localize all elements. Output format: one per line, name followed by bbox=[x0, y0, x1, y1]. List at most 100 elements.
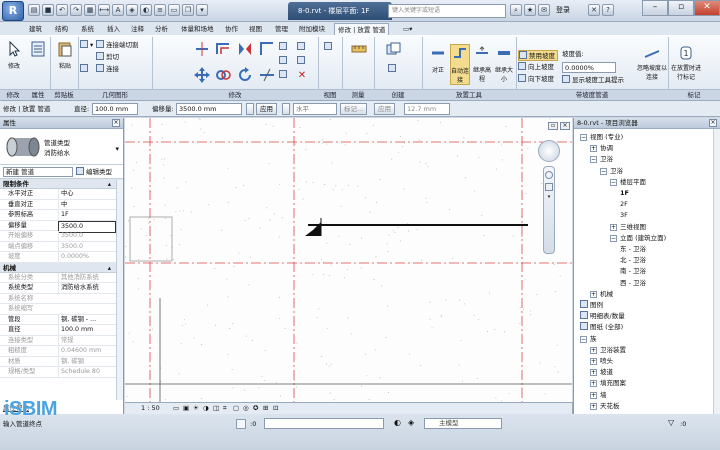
slope-down-button[interactable]: 向下坡度 bbox=[518, 74, 554, 85]
property-row[interactable]: 系统类型 消防给水系统 bbox=[0, 283, 123, 294]
tree-item[interactable]: 图例 bbox=[580, 300, 603, 310]
property-value[interactable]: 100.0 mm bbox=[58, 325, 116, 335]
print-icon[interactable]: ▦ bbox=[84, 4, 96, 16]
chevron-up-icon[interactable]: ▴ bbox=[108, 263, 111, 273]
tree-item[interactable]: − 族 bbox=[580, 334, 597, 344]
match-type-button[interactable] bbox=[80, 64, 90, 75]
tree-item[interactable]: 1F bbox=[620, 188, 629, 198]
visual-style-icon[interactable]: ▣ bbox=[183, 403, 189, 414]
slope-up-button[interactable]: 向上坡度 bbox=[518, 62, 554, 73]
horizontal-select[interactable]: 水平 bbox=[293, 103, 337, 115]
login-button[interactable]: 登录 bbox=[556, 5, 570, 15]
array-button[interactable] bbox=[278, 42, 290, 51]
tab-architecture[interactable]: 建筑 bbox=[26, 23, 45, 35]
view-close-icon[interactable]: × bbox=[560, 122, 570, 130]
expand-icon[interactable]: + bbox=[590, 402, 597, 410]
reveal-hidden-icon[interactable]: ✪ bbox=[253, 403, 258, 414]
create-parts-button[interactable] bbox=[380, 64, 406, 73]
detail-level-icon[interactable]: ▭ bbox=[173, 403, 179, 414]
property-value[interactable]: 1F bbox=[58, 210, 116, 220]
trim-button[interactable] bbox=[258, 40, 276, 61]
tree-item[interactable]: 图纸 (全部) bbox=[580, 322, 623, 332]
tree-item[interactable]: 南 - 卫浴 bbox=[620, 266, 646, 276]
paste-button[interactable]: 粘贴 bbox=[54, 40, 76, 70]
chevron-down-icon[interactable]: ▾ bbox=[545, 195, 553, 200]
split-button[interactable] bbox=[258, 66, 276, 87]
create-similar-button[interactable] bbox=[380, 40, 406, 61]
design-options-icon[interactable]: ◈ bbox=[408, 418, 414, 427]
tab-analyze[interactable]: 分析 bbox=[152, 23, 171, 35]
section-icon[interactable]: ◐ bbox=[140, 4, 152, 16]
slope-lock-icon[interactable] bbox=[282, 103, 290, 115]
help-icon[interactable]: ? bbox=[602, 4, 614, 16]
expand-icon[interactable]: + bbox=[590, 145, 597, 153]
close-icon[interactable]: × bbox=[709, 119, 717, 127]
3d-view-icon[interactable]: ◈ bbox=[126, 4, 138, 16]
collapse-icon[interactable]: − bbox=[580, 134, 587, 141]
filter-icon[interactable]: ▽ bbox=[668, 418, 674, 427]
property-row[interactable]: 参照标高 1F bbox=[0, 210, 123, 221]
minimize-button[interactable]: – bbox=[642, 0, 668, 16]
apply-button[interactable]: 应用 bbox=[256, 103, 277, 115]
ribbon-minimize-icon[interactable]: ▭▾ bbox=[400, 23, 415, 35]
property-row[interactable]: 开始偏移 3500.0 bbox=[0, 231, 123, 242]
rotate-button[interactable] bbox=[236, 66, 254, 87]
delete-button[interactable]: ✕ bbox=[296, 70, 308, 81]
drawing-canvas[interactable]: ▫ × ▾ bbox=[125, 118, 572, 402]
collapse-icon[interactable]: − bbox=[610, 234, 617, 242]
properties-button[interactable] bbox=[28, 40, 48, 61]
view-scale[interactable]: 1 : 50 bbox=[141, 403, 160, 414]
size-field[interactable]: 12.7 mm bbox=[404, 103, 450, 115]
qat-dropdown-icon[interactable]: ▾ bbox=[196, 4, 208, 16]
split-gap-button[interactable] bbox=[296, 56, 308, 65]
tab-view[interactable]: 视图 bbox=[246, 23, 265, 35]
collapse-icon[interactable]: − bbox=[610, 178, 617, 186]
show-crop-icon[interactable]: ▢ bbox=[233, 403, 239, 414]
tree-item[interactable]: 西 - 卫浴 bbox=[620, 278, 646, 288]
property-row[interactable]: 连接类型 常规 bbox=[0, 335, 123, 346]
unpin-button[interactable] bbox=[296, 42, 308, 51]
design-option-select[interactable]: 主模型 bbox=[424, 418, 502, 429]
tree-item[interactable]: + 卫浴装置 bbox=[590, 345, 626, 355]
properties-scrollbar[interactable] bbox=[116, 180, 123, 400]
worksharing-icon[interactable] bbox=[236, 419, 246, 429]
tree-item[interactable]: 3F bbox=[620, 210, 628, 220]
justification-button[interactable]: 对正 bbox=[428, 44, 448, 74]
tree-item[interactable]: − 立面 (建筑立面) bbox=[610, 233, 666, 243]
tree-item[interactable]: + 坡道 bbox=[590, 367, 613, 377]
browser-scrollbar[interactable] bbox=[713, 129, 720, 414]
instance-filter-select[interactable]: 新建 管道 bbox=[3, 167, 73, 177]
tree-item[interactable]: 明细表/数量 bbox=[580, 311, 625, 321]
type-selector[interactable]: 管道类型 消防给水 ▾ bbox=[0, 129, 123, 165]
property-row[interactable]: 规格/类型 Schedule 80 bbox=[0, 367, 123, 378]
viewcube-icon[interactable] bbox=[538, 140, 560, 162]
zoom-icon[interactable] bbox=[545, 183, 553, 191]
application-menu-button[interactable]: R bbox=[2, 1, 24, 21]
tree-item[interactable]: + 机械 bbox=[590, 289, 613, 299]
property-row[interactable]: 系统分类 其他消防系统 bbox=[0, 272, 123, 283]
tab-modify-place-pipe[interactable]: 修改 | 放置 管道 bbox=[334, 23, 390, 35]
expand-icon[interactable]: + bbox=[610, 223, 617, 231]
view-restore-icon[interactable]: ▫ bbox=[548, 122, 558, 130]
tree-item[interactable]: − 卫浴 bbox=[600, 166, 623, 176]
crop-view-icon[interactable]: ⌗ bbox=[223, 403, 227, 414]
ignore-slope-button[interactable]: 忽略坡度以连接 bbox=[636, 48, 668, 81]
cut-button[interactable]: 剪切 bbox=[96, 52, 119, 63]
lock-icon[interactable] bbox=[246, 103, 254, 115]
disable-slope-button[interactable]: 禁用坡度 bbox=[518, 50, 558, 61]
undo-icon[interactable]: ↶ bbox=[56, 4, 68, 16]
diameter-select[interactable]: 100.0 mm bbox=[92, 103, 138, 115]
measure-icon[interactable]: ⟷ bbox=[98, 4, 110, 16]
offset-button[interactable] bbox=[214, 40, 232, 61]
property-value[interactable]: 中心 bbox=[58, 189, 116, 199]
scale-button[interactable] bbox=[278, 56, 290, 65]
modify-button[interactable]: 修改 bbox=[4, 40, 24, 70]
tree-item[interactable]: + 填充图案 bbox=[590, 378, 626, 388]
property-value[interactable]: 钢, 碳钢 - ... bbox=[58, 314, 116, 325]
tab-annotate[interactable]: 注释 bbox=[128, 23, 147, 35]
tab-structure[interactable]: 结构 bbox=[52, 23, 71, 35]
search-input[interactable]: 键入关键字或短语 bbox=[388, 4, 506, 18]
copy-tool-button[interactable]: ▾ bbox=[80, 40, 93, 51]
copy-button[interactable] bbox=[214, 66, 232, 87]
tree-item[interactable]: + 协调 bbox=[590, 143, 613, 153]
